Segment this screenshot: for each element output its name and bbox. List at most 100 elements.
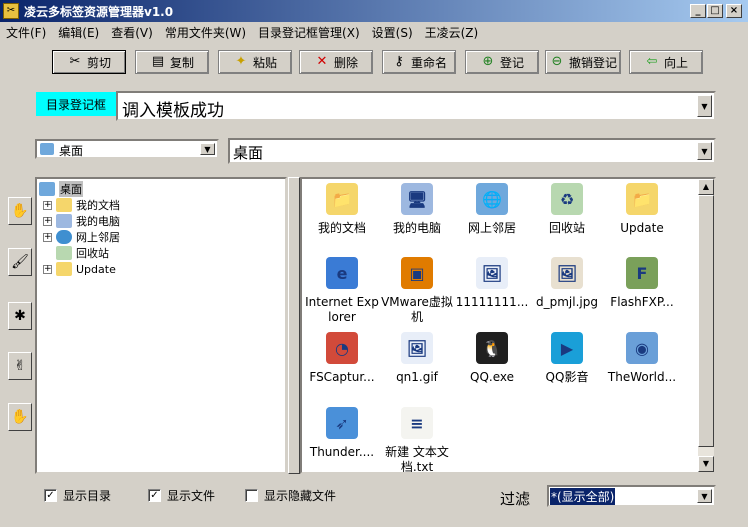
recycle-bin-icon xyxy=(56,246,72,260)
file-item[interactable]: 📁 我的文档 xyxy=(304,183,380,236)
file-item[interactable]: ◔ FSCaptur... xyxy=(304,332,380,385)
filter-combo[interactable]: *(显示全部) ▼ xyxy=(547,485,716,507)
menu-file[interactable]: 文件(F) xyxy=(0,24,52,41)
side-tool-button-5[interactable]: ✋ xyxy=(8,403,32,431)
scroll-thumb[interactable] xyxy=(698,195,714,447)
paste-button[interactable]: ✦ 粘贴 xyxy=(218,50,292,74)
file-item[interactable]: ≡ 新建 文本文档.txt xyxy=(379,407,455,472)
fscapture-icon: ◔ xyxy=(326,332,358,364)
dropdown-arrow-icon[interactable]: ▼ xyxy=(200,143,215,155)
show-files-checkbox[interactable]: ✓ 显示文件 xyxy=(148,487,215,504)
jpg-file-icon: 🖼 xyxy=(551,257,583,289)
pane-splitter[interactable] xyxy=(288,177,300,474)
location-combo[interactable]: 桌面 ▼ xyxy=(35,139,219,159)
copy-button[interactable]: ▤ 复制 xyxy=(135,50,209,74)
file-item[interactable]: 🖼 11111111... xyxy=(454,257,530,310)
network-icon xyxy=(56,230,72,244)
maximize-button[interactable]: □ xyxy=(707,4,723,18)
register-box-label: 目录登记框 xyxy=(36,92,116,116)
tree-item-network[interactable]: + 网上邻居 xyxy=(43,229,120,245)
file-item[interactable]: ➶ Thunder.... xyxy=(304,407,380,460)
file-label: 11111111... xyxy=(455,295,529,309)
checkbox-checked-icon[interactable]: ✓ xyxy=(44,489,57,502)
text-file-icon: ≡ xyxy=(401,407,433,439)
menu-register-manage[interactable]: 目录登记框管理(X) xyxy=(252,24,366,41)
file-item[interactable]: 🌐 网上邻居 xyxy=(454,183,530,236)
folder-docs-icon: 📁 xyxy=(326,183,358,215)
desktop-icon xyxy=(39,182,55,196)
vmware-icon: ▣ xyxy=(401,257,433,289)
side-tool-button-1[interactable]: ✋ xyxy=(8,197,32,225)
file-item[interactable]: 🖼 d_pmjl.jpg xyxy=(529,257,605,310)
filter-value: *(显示全部) xyxy=(550,488,616,505)
dropdown-arrow-icon[interactable]: ▼ xyxy=(697,489,712,503)
menu-edit[interactable]: 编辑(E) xyxy=(52,24,105,41)
file-item[interactable]: ♻ 回收站 xyxy=(529,183,605,236)
file-item[interactable]: F FlashFXP... xyxy=(604,257,680,310)
file-label: Internet Explorer xyxy=(305,295,379,324)
flashfxp-icon: F xyxy=(626,257,658,289)
show-hidden-checkbox[interactable]: 显示隐藏文件 xyxy=(245,487,336,504)
delete-button[interactable]: ✕ 删除 xyxy=(299,50,373,74)
file-item[interactable]: 🖼 qn1.gif xyxy=(379,332,455,385)
vertical-scrollbar[interactable]: ▲ ▼ xyxy=(698,179,714,472)
minus-circle-icon: ⊖ xyxy=(551,54,563,69)
filter-label: 过滤 xyxy=(500,490,531,508)
file-item[interactable]: e Internet Explorer xyxy=(304,257,380,325)
scroll-down-icon[interactable]: ▼ xyxy=(698,456,714,472)
file-item[interactable]: ▣ VMware虚拟机 xyxy=(379,257,455,325)
dropdown-arrow-icon[interactable]: ▼ xyxy=(697,142,712,160)
tree-item-desktop[interactable]: 桌面 xyxy=(39,181,83,197)
checkbox-unchecked-icon[interactable] xyxy=(245,489,258,502)
expand-icon[interactable]: + xyxy=(43,216,52,226)
tree-item-my-documents[interactable]: + 我的文档 xyxy=(43,197,120,213)
menu-view[interactable]: 查看(V) xyxy=(105,24,159,41)
file-list[interactable]: 📁 我的文档 🖥 我的电脑 🌐 网上邻居 ♻ 回收站 📁 Update e Internet Expl… xyxy=(300,177,716,474)
file-label: qn1.gif xyxy=(396,370,438,384)
file-item[interactable]: ◉ TheWorld... xyxy=(604,332,680,385)
hand-icon: ✋ xyxy=(11,203,29,219)
side-tool-button-3[interactable]: ✱ xyxy=(8,302,32,330)
expand-icon[interactable]: + xyxy=(43,264,52,274)
folder-icon xyxy=(56,262,72,276)
side-tool-button-4[interactable]: ✌ xyxy=(8,352,32,380)
path-combo[interactable]: 桌面 ▼ xyxy=(228,138,716,164)
register-box-value: 调入模板成功 xyxy=(122,101,224,121)
menu-favorite-folders[interactable]: 常用文件夹(W) xyxy=(159,24,252,41)
cut-button[interactable]: ✂ 剪切 xyxy=(52,50,126,74)
recycle-bin-icon: ♻ xyxy=(551,183,583,215)
show-dirs-checkbox[interactable]: ✓ 显示目录 xyxy=(44,487,111,504)
gif-file-icon: 🖼 xyxy=(401,332,433,364)
rename-button[interactable]: ⚷ 重命名 xyxy=(382,50,456,74)
title-bar[interactable]: 凌云多标签资源管理器v1.0 xyxy=(0,0,748,22)
expand-icon[interactable]: + xyxy=(43,232,52,242)
register-box-combo[interactable]: 调入模板成功 ▼ xyxy=(116,91,716,121)
tree-item-update[interactable]: + Update xyxy=(43,261,116,277)
register-button[interactable]: ⊕ 登记 xyxy=(465,50,539,74)
file-item[interactable]: 📁 Update xyxy=(604,183,680,236)
image-file-icon: 🖼 xyxy=(476,257,508,289)
minimize-button[interactable]: _ xyxy=(690,4,706,18)
file-item[interactable]: 🖥 我的电脑 xyxy=(379,183,455,236)
tree-item-my-computer[interactable]: + 我的电脑 xyxy=(43,213,120,229)
folder-tree[interactable]: 桌面 + 我的文档 + 我的电脑 + 网上邻居 回收站 + Update xyxy=(35,177,287,474)
up-button[interactable]: ⇦ 向上 xyxy=(629,50,703,74)
file-item[interactable]: 🐧 QQ.exe xyxy=(454,332,530,385)
close-button[interactable]: × xyxy=(726,4,742,18)
tree-item-recycle-bin[interactable]: 回收站 xyxy=(56,245,109,261)
scroll-up-icon[interactable]: ▲ xyxy=(698,179,714,195)
file-label: Thunder.... xyxy=(309,445,375,459)
unregister-button[interactable]: ⊖ 撤销登记 xyxy=(545,50,621,74)
up-arrow-icon: ⇦ xyxy=(646,54,658,69)
app-icon[interactable]: ✂ xyxy=(3,3,19,19)
side-tool-button-2[interactable]: 🖌 xyxy=(8,248,32,276)
checkbox-checked-icon[interactable]: ✓ xyxy=(148,489,161,502)
file-item[interactable]: ▶ QQ影音 xyxy=(529,332,605,385)
expand-icon[interactable]: + xyxy=(43,200,52,210)
file-label: Update xyxy=(620,221,664,235)
menu-author[interactable]: 王凌云(Z) xyxy=(419,24,485,41)
dropdown-arrow-icon[interactable]: ▼ xyxy=(697,95,712,117)
theworld-browser-icon: ◉ xyxy=(626,332,658,364)
menu-bar: 文件(F) 编辑(E) 查看(V) 常用文件夹(W) 目录登记框管理(X) 设置… xyxy=(0,22,748,42)
menu-settings[interactable]: 设置(S) xyxy=(366,24,419,41)
